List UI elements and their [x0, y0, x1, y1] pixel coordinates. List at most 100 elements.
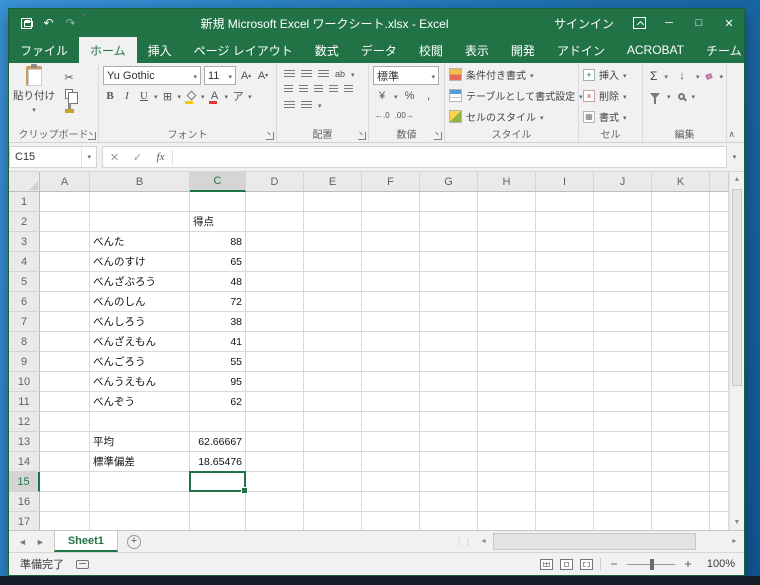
row-header-3[interactable]: 3 — [9, 232, 40, 252]
cell-I13[interactable] — [536, 432, 594, 452]
row-header-14[interactable]: 14 — [9, 452, 40, 472]
cell-D17[interactable] — [246, 512, 304, 530]
cell-A8[interactable] — [40, 332, 90, 352]
alignment-dialog-launcher[interactable] — [358, 132, 366, 140]
currency-format-button[interactable]: ¥ — [375, 88, 389, 104]
previous-sheet-button[interactable]: ◄ — [18, 537, 27, 547]
row-header-16[interactable]: 16 — [9, 492, 40, 512]
cell-E13[interactable] — [304, 432, 362, 452]
clipboard-dialog-launcher[interactable] — [88, 132, 96, 140]
paste-button[interactable]: 貼り付け — [13, 64, 55, 128]
cell-A13[interactable] — [40, 432, 90, 452]
cell-K12[interactable] — [652, 412, 710, 432]
cancel-formula-button[interactable]: ✕ — [103, 151, 126, 164]
cell-J10[interactable] — [594, 372, 652, 392]
cell-J11[interactable] — [594, 392, 652, 412]
enter-formula-button[interactable]: ✓ — [126, 151, 149, 164]
row-header-6[interactable]: 6 — [9, 292, 40, 312]
cell-J17[interactable] — [594, 512, 652, 530]
borders-button[interactable]: ⊞ — [161, 88, 175, 104]
cell-G11[interactable] — [420, 392, 478, 412]
cell-K11[interactable] — [652, 392, 710, 412]
format-painter-button[interactable] — [64, 103, 74, 113]
tab-team[interactable]: チーム — [695, 37, 753, 63]
horizontal-scroll-thumb[interactable] — [493, 533, 696, 550]
scroll-right-arrow[interactable]: ► — [727, 538, 742, 545]
cell-I12[interactable] — [536, 412, 594, 432]
cell-K8[interactable] — [652, 332, 710, 352]
tab-page-layout[interactable]: ページ レイアウト — [183, 37, 304, 63]
cell-I1[interactable] — [536, 192, 594, 212]
cell-G7[interactable] — [420, 312, 478, 332]
cell-J4[interactable] — [594, 252, 652, 272]
cell-I4[interactable] — [536, 252, 594, 272]
cell-D6[interactable] — [246, 292, 304, 312]
maximize-button[interactable]: □ — [684, 9, 714, 37]
zoom-out-button[interactable]: − — [608, 557, 620, 571]
cell-H15[interactable] — [478, 472, 536, 492]
cell-G3[interactable] — [420, 232, 478, 252]
cell-B12[interactable] — [90, 412, 190, 432]
number-dialog-launcher[interactable] — [434, 132, 442, 140]
cell-E4[interactable] — [304, 252, 362, 272]
cell-C7[interactable]: 38 — [190, 312, 246, 332]
scroll-left-arrow[interactable]: ◄ — [476, 538, 491, 545]
cell-D9[interactable] — [246, 352, 304, 372]
wrap-text-button[interactable] — [284, 100, 295, 110]
cell-J6[interactable] — [594, 292, 652, 312]
cell-H3[interactable] — [478, 232, 536, 252]
cell-H4[interactable] — [478, 252, 536, 272]
cell-I16[interactable] — [536, 492, 594, 512]
align-left-icon[interactable] — [284, 85, 293, 94]
column-header-C[interactable]: C — [190, 172, 246, 192]
tab-formulas[interactable]: 数式 — [304, 37, 350, 63]
cell-A17[interactable] — [40, 512, 90, 530]
sort-filter-button[interactable] — [650, 93, 660, 104]
fill-color-button[interactable] — [184, 88, 198, 104]
cell-F13[interactable] — [362, 432, 420, 452]
name-box[interactable]: C15 — [9, 146, 97, 168]
delete-cells-button[interactable]: 削除 — [583, 86, 639, 105]
cell-D13[interactable] — [246, 432, 304, 452]
cell-C4[interactable]: 65 — [190, 252, 246, 272]
copy-button[interactable] — [65, 89, 78, 104]
cell-E6[interactable] — [304, 292, 362, 312]
cell-B8[interactable]: べんざえもん — [90, 332, 190, 352]
cell-B9[interactable]: べんごろう — [90, 352, 190, 372]
cell-C12[interactable] — [190, 412, 246, 432]
row-header-12[interactable]: 12 — [9, 412, 40, 432]
increase-indent-icon[interactable] — [344, 85, 353, 94]
cell-A5[interactable] — [40, 272, 90, 292]
cell-H2[interactable] — [478, 212, 536, 232]
cell-E14[interactable] — [304, 452, 362, 472]
cell-C3[interactable]: 88 — [190, 232, 246, 252]
cell-F7[interactable] — [362, 312, 420, 332]
cell-K5[interactable] — [652, 272, 710, 292]
cell-K2[interactable] — [652, 212, 710, 232]
tab-developer[interactable]: 開発 — [500, 37, 546, 63]
cell-K13[interactable] — [652, 432, 710, 452]
font-size-select[interactable]: 11 — [204, 66, 236, 85]
cell-B5[interactable]: べんざぶろう — [90, 272, 190, 292]
cell-G12[interactable] — [420, 412, 478, 432]
cell-G13[interactable] — [420, 432, 478, 452]
row-header-10[interactable]: 10 — [9, 372, 40, 392]
zoom-slider[interactable] — [627, 558, 675, 570]
cell-H14[interactable] — [478, 452, 536, 472]
cell-C1[interactable] — [190, 192, 246, 212]
align-right-icon[interactable] — [314, 85, 323, 94]
cell-F1[interactable] — [362, 192, 420, 212]
cell-E5[interactable] — [304, 272, 362, 292]
find-select-button[interactable] — [677, 92, 685, 100]
row-header-2[interactable]: 2 — [9, 212, 40, 232]
format-cells-button[interactable]: 書式 — [583, 107, 639, 126]
vertical-scrollbar[interactable]: ▲ ▼ — [729, 172, 744, 530]
bold-button[interactable]: B — [103, 88, 117, 104]
cell-J7[interactable] — [594, 312, 652, 332]
cell-H8[interactable] — [478, 332, 536, 352]
cell-G5[interactable] — [420, 272, 478, 292]
next-sheet-button[interactable]: ► — [36, 537, 45, 547]
zoom-slider-thumb[interactable] — [649, 558, 654, 570]
cell-A16[interactable] — [40, 492, 90, 512]
cell-I15[interactable] — [536, 472, 594, 492]
